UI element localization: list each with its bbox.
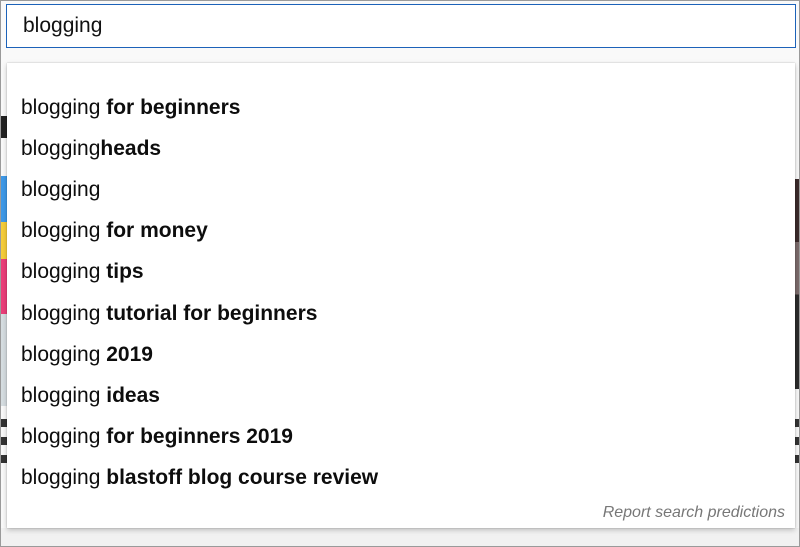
- suggestion-completion-text: for money: [100, 219, 208, 243]
- suggestion-completion-text: tips: [100, 260, 144, 284]
- search-suggestions-dropdown: blogging for beginners blogging heads blo…: [7, 63, 795, 528]
- suggestion-item[interactable]: blogging: [7, 169, 795, 210]
- suggestion-item[interactable]: blogging 2019: [7, 334, 795, 375]
- suggestion-item[interactable]: blogging heads: [7, 128, 795, 169]
- suggestion-query-text: blogging: [21, 177, 101, 201]
- suggestion-completion-text: 2019: [100, 342, 153, 366]
- suggestion-completion-text: for beginners: [100, 95, 241, 119]
- suggestion-item[interactable]: blogging ideas: [7, 375, 795, 416]
- suggestion-completion-text: blastoff blog course review: [100, 466, 379, 490]
- suggestion-query-text: blogging: [21, 466, 101, 490]
- suggestion-item[interactable]: blogging for money: [7, 211, 795, 252]
- suggestion-query-text: blogging: [21, 260, 101, 284]
- report-search-predictions-link[interactable]: Report search predictions: [603, 504, 785, 522]
- suggestion-list: blogging for beginners blogging heads blo…: [7, 63, 795, 499]
- suggestion-query-text: blogging: [21, 136, 101, 160]
- suggestion-query-text: blogging: [21, 342, 101, 366]
- search-input[interactable]: [23, 5, 795, 47]
- suggestion-query-text: blogging: [21, 425, 101, 449]
- suggestion-query-text: blogging: [21, 301, 101, 325]
- suggestion-query-text: blogging: [21, 95, 101, 119]
- suggestion-item[interactable]: blogging for beginners 2019: [7, 417, 795, 458]
- suggestion-completion-text: for beginners 2019: [100, 425, 293, 449]
- suggestion-query-text: blogging: [21, 219, 101, 243]
- background-page-strip: [1, 528, 799, 546]
- screenshot-frame: blogging for beginners bloggingheads blo…: [0, 0, 800, 547]
- suggestion-completion-text: tutorial for beginners: [100, 301, 318, 325]
- suggestion-item[interactable]: blogging blastoff blog course review: [7, 458, 795, 499]
- suggestion-completion-text: ideas: [100, 383, 160, 407]
- suggestion-query-text: blogging: [21, 383, 101, 407]
- suggestion-item[interactable]: blogging tutorial for beginners: [7, 293, 795, 334]
- search-box[interactable]: [6, 4, 796, 48]
- suggestion-item[interactable]: blogging for beginners: [7, 87, 795, 128]
- suggestion-item[interactable]: blogging tips: [7, 252, 795, 293]
- suggestion-completion-text: heads: [100, 136, 162, 160]
